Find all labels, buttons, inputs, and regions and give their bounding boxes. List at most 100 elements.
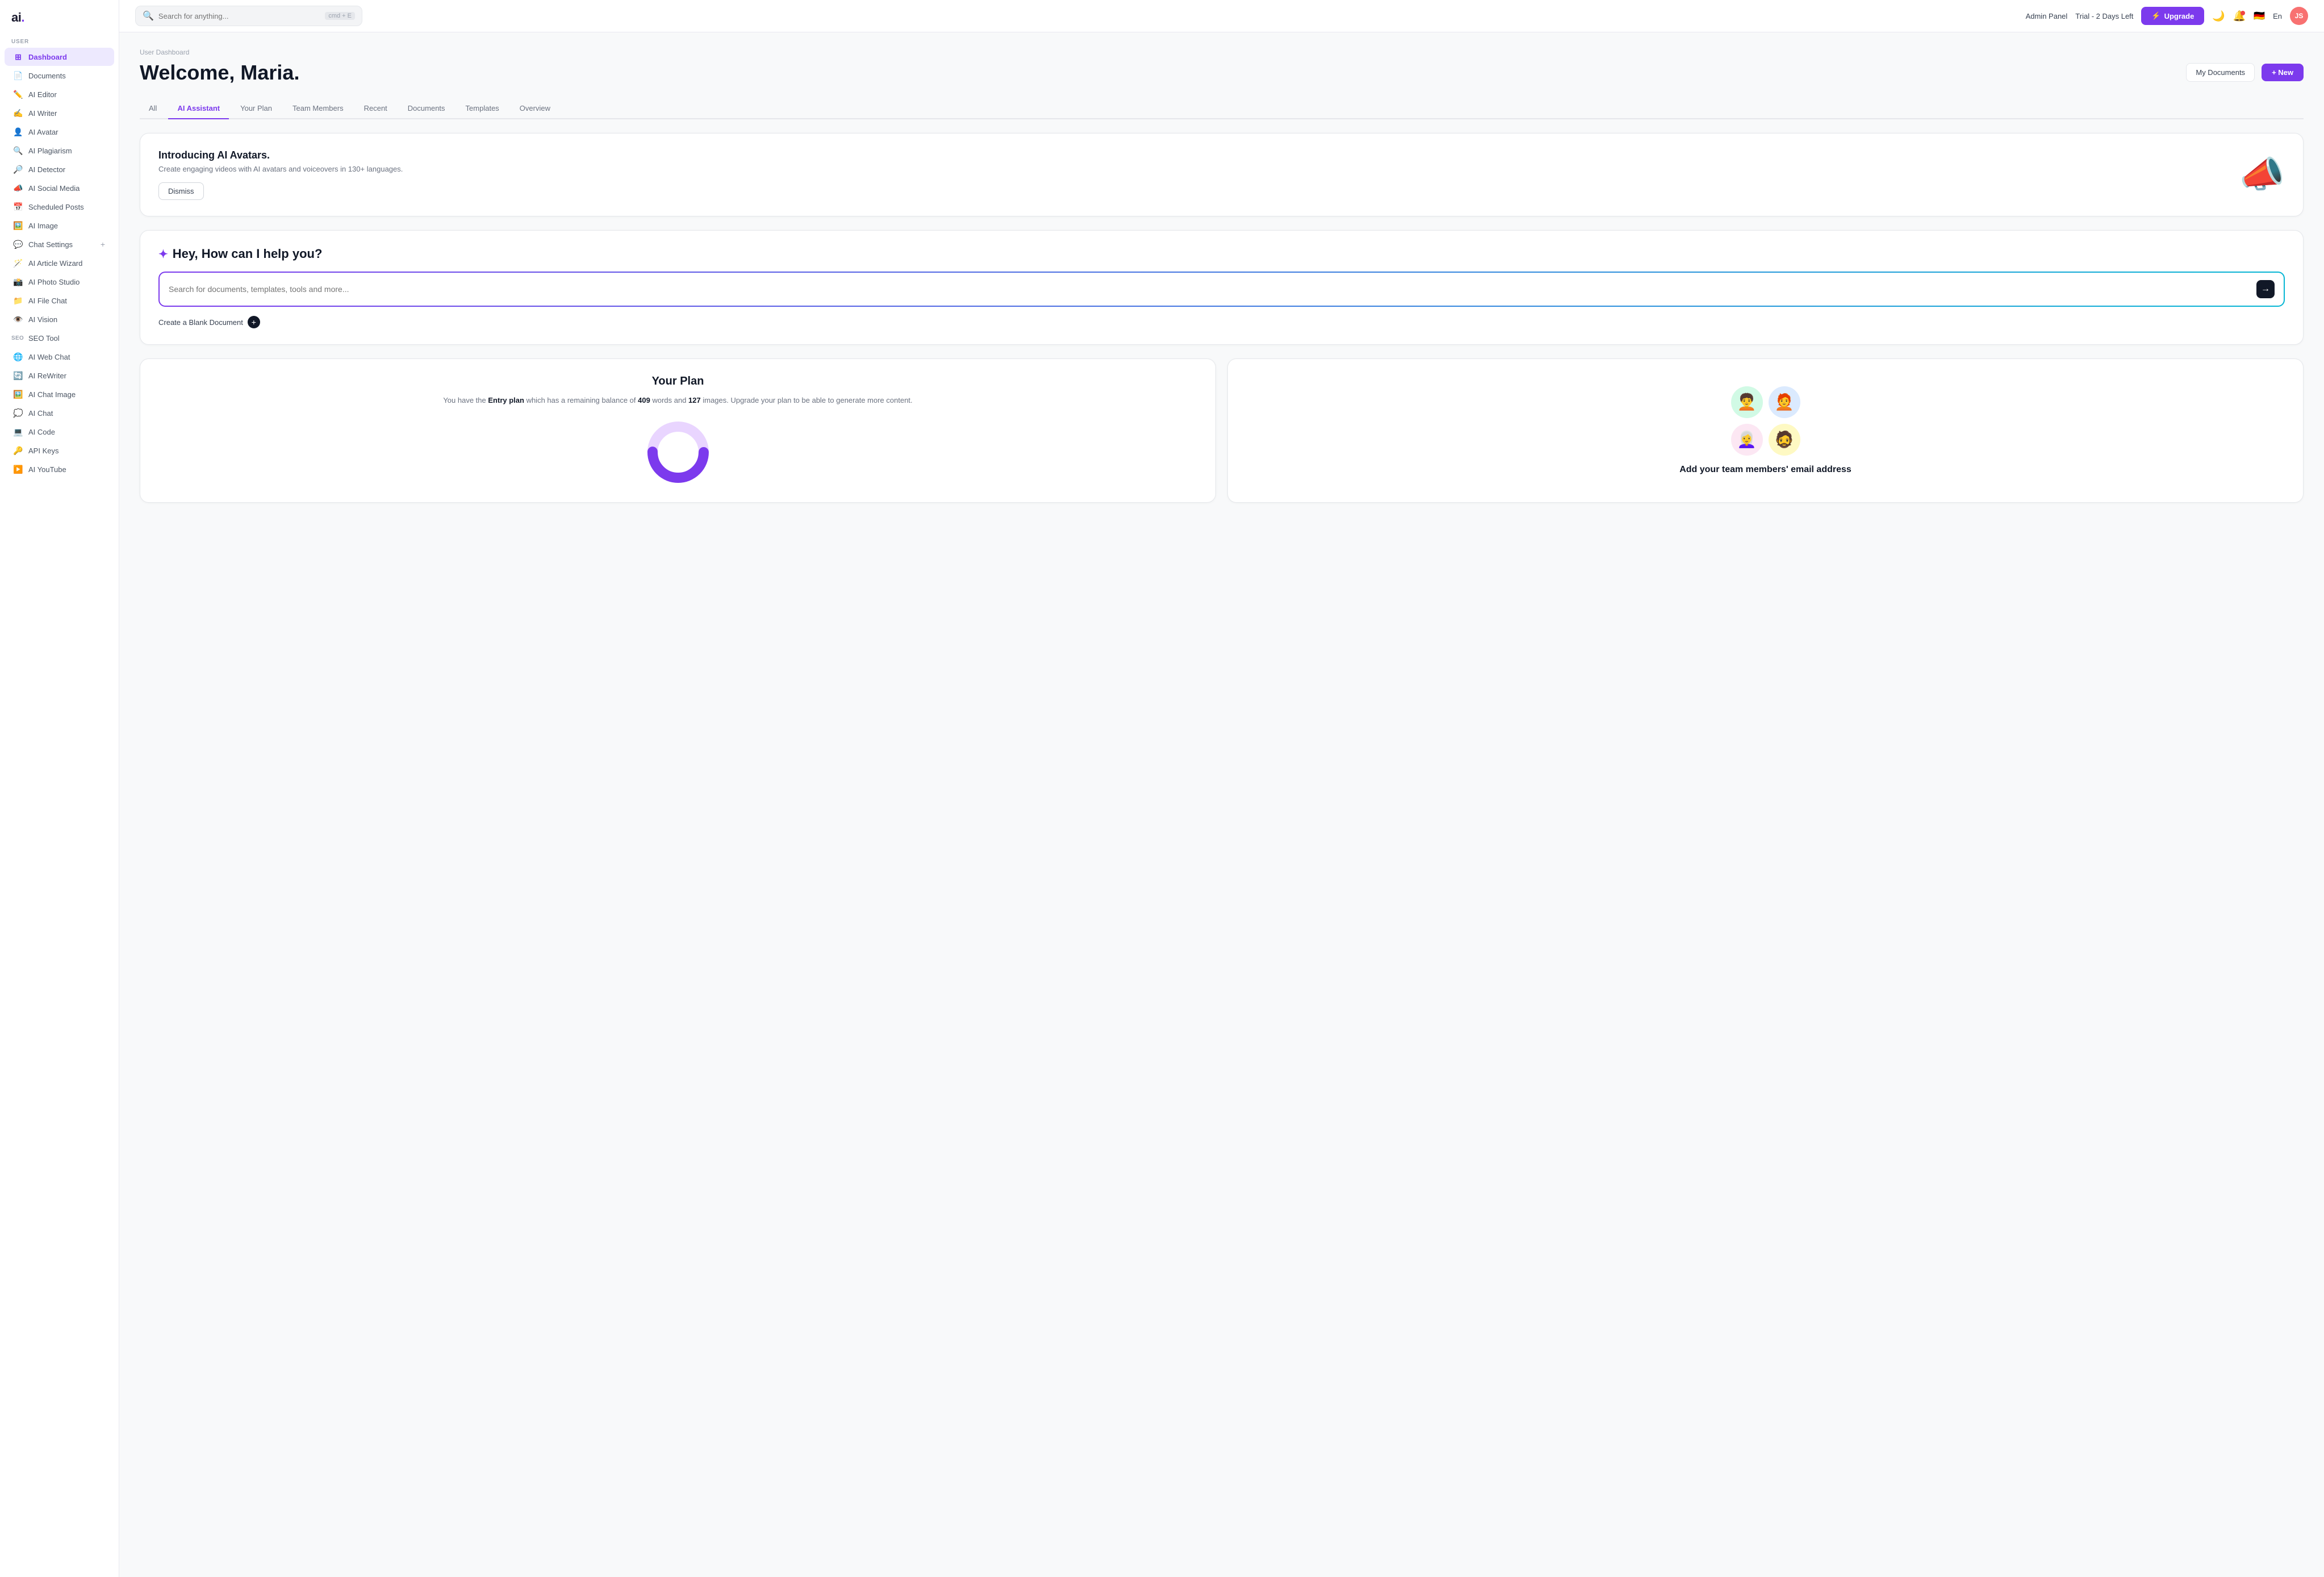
team-avatar-4: 🧔: [1769, 424, 1800, 456]
sidebar-item-ai-plagiarism[interactable]: 🔍 AI Plagiarism: [5, 141, 114, 160]
scheduled-posts-icon: 📅: [14, 202, 23, 211]
sidebar-plus-icon-chat-settings: +: [101, 240, 105, 249]
sidebar-item-ai-avatar[interactable]: 👤AI Avatar: [5, 123, 114, 141]
ai-search-bar[interactable]: →: [158, 272, 2285, 307]
sidebar-item-label-chat-settings: Chat Settings: [28, 240, 73, 249]
api-keys-icon: 🔑: [14, 446, 23, 455]
ai-avatars-banner: Introducing AI Avatars. Create engaging …: [140, 133, 2304, 216]
ai-vision-icon: 👁️: [14, 315, 23, 324]
sidebar-item-label-ai-rewriter: AI ReWriter: [28, 372, 66, 380]
sidebar-item-label-ai-web-chat: AI Web Chat: [28, 353, 70, 361]
global-search-bar[interactable]: 🔍 cmd + E: [135, 6, 362, 26]
ai-article-wizard-icon: 🪄: [14, 258, 23, 268]
search-input[interactable]: [158, 12, 320, 20]
tabs-bar: AllAI AssistantYour PlanTeam MembersRece…: [140, 98, 2304, 119]
header-left: User Dashboard Welcome, Maria.: [140, 48, 299, 96]
sidebar-item-label-scheduled-posts: Scheduled Posts: [28, 203, 84, 211]
logo-dot: .: [21, 10, 24, 24]
sidebar-item-ai-detector[interactable]: 🔎AI Detector: [5, 160, 114, 178]
sidebar-item-label-ai-plagiarism: AI Plagiarism: [28, 147, 72, 155]
sidebar-item-label-api-keys: API Keys: [28, 447, 58, 455]
sidebar-item-ai-photo-studio[interactable]: 📸AI Photo Studio: [5, 273, 114, 291]
sidebar-item-documents[interactable]: 📄Documents: [5, 66, 114, 85]
sidebar: ai. USER ⊞Dashboard📄Documents✏️AI Editor…: [0, 0, 119, 1577]
ai-search-input[interactable]: [169, 285, 2256, 294]
sidebar-item-chat-settings[interactable]: 💬Chat Settings+: [5, 235, 114, 253]
tab-all[interactable]: All: [140, 98, 166, 119]
sidebar-item-ai-chat[interactable]: 💭AI Chat: [5, 404, 114, 422]
ai-chat-image-icon: 🖼️: [14, 390, 23, 399]
ai-rewriter-icon: 🔄: [14, 371, 23, 380]
user-avatar[interactable]: JS: [2290, 7, 2308, 25]
sidebar-item-ai-code[interactable]: 💻AI Code: [5, 423, 114, 441]
sidebar-item-ai-web-chat[interactable]: 🌐 AI Web Chat: [5, 348, 114, 366]
ai-file-chat-icon: 📁: [14, 296, 23, 305]
main-area: 🔍 cmd + E Admin Panel Trial - 2 Days Lef…: [119, 0, 2324, 1577]
sidebar-item-ai-chat-image[interactable]: 🖼️ AI Chat Image: [5, 385, 114, 403]
notification-dot: [2241, 11, 2245, 15]
sidebar-item-seo-tool[interactable]: SEO SEO Tool: [5, 329, 114, 347]
team-avatar-2: 🧑‍🦰: [1769, 386, 1800, 418]
search-kbd: cmd + E: [325, 12, 355, 20]
tab-ai-assistant[interactable]: AI Assistant: [168, 98, 229, 119]
ai-search-arrow[interactable]: →: [2256, 280, 2275, 298]
dark-mode-button[interactable]: 🌙: [2212, 10, 2225, 22]
sidebar-item-ai-youtube[interactable]: ▶️AI YouTube: [5, 460, 114, 478]
sidebar-item-label-ai-chat-image: AI Chat Image: [28, 390, 76, 399]
ai-code-icon: 💻: [14, 427, 23, 436]
sidebar-item-ai-vision[interactable]: 👁️AI Vision: [5, 310, 114, 328]
sidebar-item-label-ai-file-chat: AI File Chat: [28, 297, 67, 305]
ai-image-icon: 🖼️: [14, 221, 23, 230]
new-button[interactable]: + New: [2262, 64, 2304, 81]
trial-badge[interactable]: Trial - 2 Days Left: [2075, 12, 2133, 20]
sidebar-item-label-ai-article-wizard: AI Article Wizard: [28, 259, 82, 268]
team-avatar-3: 👩‍🦳: [1731, 424, 1763, 456]
page-content: User Dashboard Welcome, Maria. My Docume…: [119, 32, 2324, 1577]
nav-right: Admin Panel Trial - 2 Days Left ⚡ Upgrad…: [2026, 7, 2308, 25]
plan-card: Your Plan You have the Entry plan which …: [140, 358, 1216, 503]
tab-your-plan[interactable]: Your Plan: [231, 98, 281, 119]
sidebar-item-api-keys[interactable]: 🔑 API Keys: [5, 441, 114, 460]
ai-web-chat-icon: 🌐: [14, 352, 23, 361]
sidebar-item-ai-social-media[interactable]: 📣AI Social Media: [5, 179, 114, 197]
dismiss-button[interactable]: Dismiss: [158, 182, 204, 200]
sidebar-item-label-seo-tool: SEO Tool: [28, 334, 60, 343]
sidebar-item-dashboard[interactable]: ⊞Dashboard: [5, 48, 114, 66]
ai-social-media-icon: 📣: [14, 183, 23, 193]
language-text[interactable]: En: [2273, 12, 2282, 20]
ai-plagiarism-icon: 🔍: [14, 146, 23, 155]
seo-tool-icon: SEO: [14, 333, 23, 343]
upgrade-button[interactable]: ⚡ Upgrade: [2141, 7, 2204, 25]
create-blank-document[interactable]: Create a Blank Document +: [158, 316, 2285, 328]
tab-templates[interactable]: Templates: [457, 98, 508, 119]
ai-help-title: ✦ Hey, How can I help you?: [158, 247, 2285, 261]
ai-photo-studio-icon: 📸: [14, 277, 23, 286]
dashboard-icon: ⊞: [14, 52, 23, 61]
logo: ai.: [0, 0, 119, 32]
topnav: 🔍 cmd + E Admin Panel Trial - 2 Days Lef…: [119, 0, 2324, 32]
words-count: 409: [638, 396, 650, 404]
plan-description: You have the Entry plan which has a rema…: [156, 395, 1199, 407]
sidebar-item-scheduled-posts[interactable]: 📅 Scheduled Posts: [5, 198, 114, 216]
tab-overview[interactable]: Overview: [511, 98, 559, 119]
ai-help-card: ✦ Hey, How can I help you? → Create a Bl…: [140, 230, 2304, 345]
sidebar-item-ai-article-wizard[interactable]: 🪄 AI Article Wizard: [5, 254, 114, 272]
plan-name: Entry plan: [488, 396, 524, 404]
tab-team-members[interactable]: Team Members: [283, 98, 353, 119]
tab-documents[interactable]: Documents: [399, 98, 454, 119]
banner-description: Create engaging videos with AI avatars a…: [158, 165, 403, 173]
sidebar-item-ai-image[interactable]: 🖼️AI Image: [5, 216, 114, 235]
banner-icon: 📣: [2239, 153, 2285, 196]
sidebar-item-label-documents: Documents: [28, 72, 66, 80]
sidebar-item-ai-file-chat[interactable]: 📁 AI File Chat: [5, 291, 114, 310]
tab-recent[interactable]: Recent: [355, 98, 396, 119]
my-documents-button[interactable]: My Documents: [2186, 63, 2255, 82]
sidebar-item-label-ai-chat: AI Chat: [28, 409, 53, 418]
sidebar-item-label-ai-avatar: AI Avatar: [28, 128, 58, 136]
sidebar-item-ai-editor[interactable]: ✏️AI Editor: [5, 85, 114, 103]
sidebar-item-ai-writer[interactable]: ✍️AI Writer: [5, 104, 114, 122]
notifications-button[interactable]: 🔔: [2233, 10, 2246, 22]
language-flag: 🇩🇪: [2254, 10, 2265, 22]
admin-panel-link[interactable]: Admin Panel: [2026, 12, 2068, 20]
sidebar-item-ai-rewriter[interactable]: 🔄 AI ReWriter: [5, 366, 114, 385]
